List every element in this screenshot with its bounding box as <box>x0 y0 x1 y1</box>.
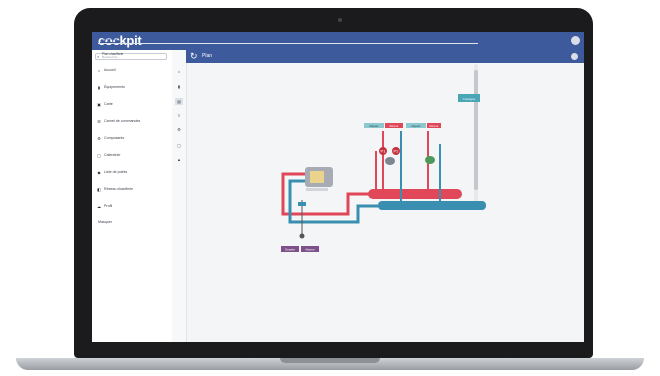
valve-icon-right[interactable] <box>425 156 435 164</box>
tag-depart-left-label: Départ <box>369 124 378 128</box>
boiler-panel <box>310 171 324 183</box>
sensor-tag[interactable] <box>298 202 306 206</box>
boiler-label-bar <box>306 188 328 191</box>
consigne-tag-label: Consigne <box>463 97 476 101</box>
tag-retour-left-label: Retour <box>389 124 398 128</box>
pump-label-1: P1 <box>381 149 387 154</box>
hot-collector[interactable] <box>368 189 462 199</box>
pump-label-2: P2 <box>394 149 400 154</box>
valve-icon-left[interactable] <box>385 157 395 165</box>
plant-diagram: Consigne P1 P2 Départ Retour Départ Reto… <box>281 94 486 252</box>
graphe-button-label: Graphe <box>285 248 295 252</box>
tag-retour-right-label: Retour <box>429 124 438 128</box>
cold-collector[interactable] <box>378 201 486 210</box>
cold-pipe-boiler <box>288 179 380 224</box>
sensor-icon[interactable] <box>299 233 305 239</box>
tag-depart-right-label: Départ <box>411 124 420 128</box>
alarme-button-label: Alarme <box>305 248 315 252</box>
